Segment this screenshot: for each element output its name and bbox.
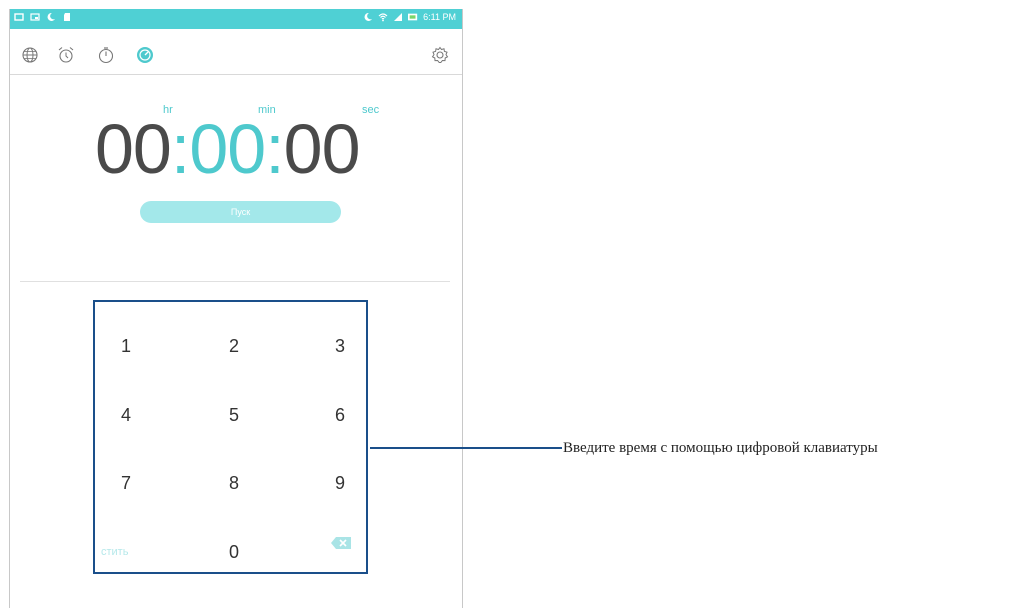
separator: : bbox=[265, 110, 284, 188]
alarm-icon[interactable] bbox=[57, 46, 75, 64]
divider bbox=[20, 281, 450, 282]
seconds-label: sec bbox=[362, 104, 380, 116]
cast-icon bbox=[30, 13, 40, 21]
signal-icon bbox=[394, 13, 403, 21]
time-readout: 00:00:00 bbox=[95, 109, 361, 189]
world-clock-icon[interactable] bbox=[21, 46, 39, 64]
minutes-value: 00 bbox=[189, 110, 266, 188]
callout-leader-line bbox=[370, 447, 562, 449]
separator: : bbox=[170, 110, 190, 188]
screen-icon bbox=[14, 13, 24, 21]
timer-icon[interactable] bbox=[136, 46, 154, 64]
keypad-callout-box bbox=[93, 300, 368, 574]
start-button[interactable]: Пуск bbox=[140, 201, 341, 223]
status-notifications bbox=[14, 12, 72, 22]
settings-icon[interactable] bbox=[431, 46, 449, 64]
hours-value: 00 bbox=[95, 110, 172, 188]
seconds-value: 00 bbox=[283, 110, 361, 188]
wifi-icon bbox=[378, 13, 388, 22]
callout-caption: Введите время с помощью цифровой клавиат… bbox=[563, 440, 878, 456]
moon-icon bbox=[364, 12, 373, 21]
stopwatch-icon[interactable] bbox=[97, 46, 115, 64]
timer-display: hr min sec 00:00:00 Пуск bbox=[10, 75, 462, 290]
status-time: 6:11 PM bbox=[423, 12, 456, 22]
status-system: 6:11 PM bbox=[363, 12, 456, 22]
moon-icon bbox=[47, 12, 55, 21]
app-toolbar bbox=[10, 29, 462, 75]
status-bar: 6:11 PM bbox=[10, 9, 462, 29]
battery-icon bbox=[408, 13, 418, 21]
sd-card-icon bbox=[64, 13, 70, 21]
